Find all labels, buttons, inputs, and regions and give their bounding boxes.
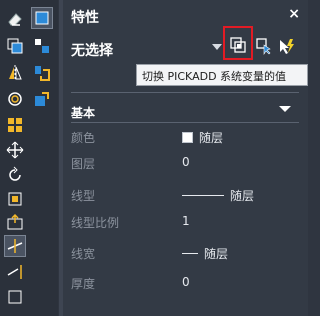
property-value-text: 随层 bbox=[230, 189, 255, 203]
palette-title: 特性 bbox=[71, 10, 99, 26]
property-value-text: 0 bbox=[182, 155, 190, 169]
property-row-linetype[interactable]: 线型 随层 bbox=[63, 183, 308, 207]
offset-icon[interactable] bbox=[4, 88, 26, 110]
property-row-layer[interactable]: 图层 0 bbox=[63, 151, 308, 175]
copy-icon[interactable] bbox=[4, 35, 26, 57]
rotate-icon[interactable] bbox=[4, 164, 26, 186]
chevron-down-icon[interactable] bbox=[212, 44, 222, 50]
section-separator bbox=[71, 122, 299, 123]
property-value-text: 随层 bbox=[199, 131, 224, 145]
property-label: 厚度 bbox=[71, 277, 96, 291]
property-label: 线型 bbox=[71, 189, 96, 203]
left-toolbar bbox=[0, 0, 58, 316]
property-value[interactable]: 0 bbox=[182, 275, 190, 289]
break-icon[interactable] bbox=[4, 286, 26, 308]
property-value[interactable]: 随层 bbox=[182, 187, 254, 204]
property-row-lineweight[interactable]: 线宽 随层 bbox=[63, 241, 308, 265]
lineweight-sample-icon bbox=[182, 253, 198, 254]
property-value[interactable]: 随层 bbox=[182, 129, 223, 146]
property-row-color[interactable]: 颜色 随层 bbox=[63, 125, 308, 149]
eraser-icon[interactable] bbox=[4, 8, 26, 30]
property-value-text: 0 bbox=[182, 275, 190, 289]
selection-label: 无选择 bbox=[71, 43, 113, 59]
highlight-box bbox=[223, 26, 253, 60]
extend-icon[interactable] bbox=[4, 261, 26, 283]
property-label: 线宽 bbox=[71, 247, 96, 261]
color-swatch-icon bbox=[182, 132, 193, 143]
property-row-linetype-scale[interactable]: 线型比例 1 bbox=[63, 210, 308, 234]
array-icon[interactable] bbox=[4, 114, 26, 136]
close-icon[interactable]: × bbox=[288, 6, 300, 22]
layer-icon[interactable] bbox=[31, 62, 53, 84]
trim-icon[interactable] bbox=[4, 235, 26, 257]
section-collapse-icon[interactable] bbox=[279, 106, 291, 112]
property-value[interactable]: 1 bbox=[182, 214, 190, 228]
scale-icon[interactable] bbox=[4, 188, 26, 210]
edit-icon[interactable] bbox=[31, 88, 53, 110]
section-title: 基本 bbox=[71, 106, 96, 120]
property-row-thickness[interactable]: 厚度 0 bbox=[63, 271, 308, 295]
property-value-text: 1 bbox=[182, 214, 190, 228]
mirror-icon[interactable] bbox=[4, 62, 26, 84]
property-value-text: 随层 bbox=[204, 247, 229, 261]
tooltip: 切换 PICKADD 系统变量的值 bbox=[136, 64, 308, 86]
match-properties-icon[interactable] bbox=[31, 35, 53, 57]
property-value[interactable]: 随层 bbox=[182, 245, 228, 262]
select-objects-icon[interactable] bbox=[253, 35, 275, 57]
linetype-sample-icon bbox=[182, 195, 224, 196]
property-label: 线型比例 bbox=[71, 216, 120, 230]
separator bbox=[71, 92, 299, 93]
property-value[interactable]: 0 bbox=[182, 155, 190, 169]
properties-icon[interactable] bbox=[31, 7, 53, 29]
move-icon[interactable] bbox=[4, 139, 26, 161]
stretch-icon[interactable] bbox=[4, 211, 26, 233]
property-label: 图层 bbox=[71, 157, 96, 171]
quick-select-icon[interactable] bbox=[275, 35, 297, 57]
property-label: 颜色 bbox=[71, 131, 96, 145]
